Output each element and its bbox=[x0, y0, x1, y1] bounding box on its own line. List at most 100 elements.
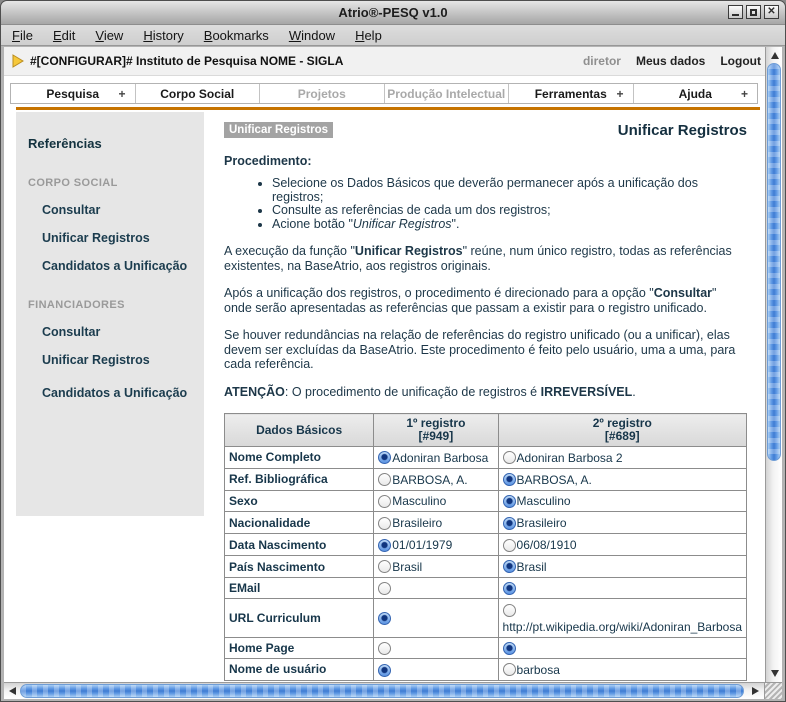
radio-button[interactable] bbox=[503, 663, 516, 676]
radio-button[interactable] bbox=[378, 612, 391, 625]
vertical-scrollbar[interactable] bbox=[765, 47, 782, 682]
row-label: Nacionalidade bbox=[225, 512, 374, 534]
main-nav-tabs: Pesquisa + Corpo Social Projetos Produçã… bbox=[10, 83, 758, 104]
radio-button[interactable] bbox=[378, 473, 391, 486]
radio-button[interactable] bbox=[378, 451, 391, 464]
plus-icon[interactable]: + bbox=[118, 87, 125, 101]
tab-label: Produção Intelectual bbox=[387, 87, 505, 101]
option-value: Masculino bbox=[392, 494, 446, 508]
menu-bookmarks[interactable]: Bookmarks bbox=[204, 28, 269, 43]
radio-button[interactable] bbox=[378, 495, 391, 508]
resize-grip[interactable] bbox=[764, 683, 782, 699]
option-value: Adoniran Barbosa bbox=[392, 451, 488, 465]
option-cell bbox=[374, 637, 498, 658]
menu-view[interactable]: View bbox=[95, 28, 123, 43]
tab-label: Ajuda bbox=[679, 87, 712, 101]
option-cell: Brasileiro bbox=[498, 512, 746, 534]
table-row: Sexo Masculino Masculino bbox=[225, 490, 747, 512]
sidebar-item-candidatos-unificacao-fin[interactable]: Candidatos a Unificação bbox=[42, 386, 204, 400]
option-cell bbox=[498, 577, 746, 598]
row-label: EMail bbox=[225, 577, 374, 598]
radio-button[interactable] bbox=[378, 642, 391, 655]
sidebar-item-consultar[interactable]: Consultar bbox=[42, 203, 204, 217]
breadcrumb-badge: Unificar Registros bbox=[224, 122, 333, 138]
option-value: Brasileiro bbox=[392, 516, 442, 530]
option-value: BARBOSA, A. bbox=[517, 473, 592, 487]
radio-button[interactable] bbox=[378, 560, 391, 573]
meus-dados-link[interactable]: Meus dados bbox=[636, 54, 705, 68]
browser-viewport: #[CONFIGURAR]# Instituto de Pesquisa NOM… bbox=[4, 47, 765, 682]
basic-data-table: Dados Básicos 1º registro[#949] 2º regis… bbox=[224, 413, 747, 681]
arrow-icon bbox=[12, 54, 24, 68]
sidebar-item-unificar-registros[interactable]: Unificar Registros bbox=[42, 231, 204, 245]
logout-link[interactable]: Logout bbox=[720, 54, 761, 68]
content-header: Unificar Registros Unificar Registros bbox=[224, 122, 747, 139]
radio-button[interactable] bbox=[378, 664, 391, 677]
table-row: Home Page bbox=[225, 637, 747, 658]
menu-window[interactable]: Window bbox=[289, 28, 335, 43]
sidebar-title: Referências bbox=[28, 136, 204, 151]
col-header-registro-2: 2º registro[#689] bbox=[498, 414, 746, 447]
col-header-dados-basicos: Dados Básicos bbox=[225, 414, 374, 447]
option-cell: Masculino bbox=[374, 490, 498, 512]
radio-button[interactable] bbox=[378, 539, 391, 552]
close-button[interactable] bbox=[764, 5, 779, 19]
radio-button[interactable] bbox=[503, 517, 516, 530]
down-arrow-icon bbox=[771, 670, 779, 677]
option-value: Masculino bbox=[517, 494, 571, 508]
table-row: Nome de usuário barbosa bbox=[225, 658, 747, 680]
row-label: País Nascimento bbox=[225, 556, 374, 578]
option-value: Adoniran Barbosa 2 bbox=[517, 451, 623, 465]
radio-button[interactable] bbox=[503, 604, 516, 617]
horizontal-scrollbar[interactable] bbox=[4, 683, 764, 699]
radio-button[interactable] bbox=[503, 495, 516, 508]
radio-button[interactable] bbox=[378, 582, 391, 595]
paragraph-1: A execução da função "Unificar Registros… bbox=[224, 244, 747, 273]
sidebar-item-unificar-registros-fin[interactable]: Unificar Registros bbox=[42, 353, 204, 367]
radio-button[interactable] bbox=[503, 451, 516, 464]
window-title: Atrio®-PESQ v1.0 bbox=[338, 5, 447, 20]
menu-file[interactable]: File bbox=[12, 28, 33, 43]
table-header-row: Dados Básicos 1º registro[#949] 2º regis… bbox=[225, 414, 747, 447]
option-cell: 06/08/1910 bbox=[498, 534, 746, 556]
sidebar-item-candidatos-unificacao[interactable]: Candidatos a Unificação bbox=[42, 259, 204, 273]
sidebar-section-financiadores: FINANCIADORES bbox=[28, 299, 204, 311]
menu-help[interactable]: Help bbox=[355, 28, 382, 43]
scroll-right-button[interactable] bbox=[748, 684, 762, 698]
tab-corpo-social[interactable]: Corpo Social bbox=[135, 84, 260, 103]
maximize-button[interactable] bbox=[746, 5, 761, 19]
horizontal-scrollbar-thumb[interactable] bbox=[20, 684, 744, 698]
row-label: Home Page bbox=[225, 637, 374, 658]
table-row: URL Curriculum http://pt.wikipedia.org/w… bbox=[225, 599, 747, 637]
main-content: Unificar Registros Unificar Registros Pr… bbox=[224, 122, 747, 682]
tab-label: Pesquisa bbox=[46, 87, 99, 101]
tab-pesquisa[interactable]: Pesquisa + bbox=[11, 84, 135, 103]
sidebar-item-consultar-fin[interactable]: Consultar bbox=[42, 325, 204, 339]
scroll-left-button[interactable] bbox=[5, 684, 19, 698]
radio-button[interactable] bbox=[503, 539, 516, 552]
text-bold: IRREVERSÍVEL bbox=[541, 385, 633, 399]
scroll-down-button[interactable] bbox=[767, 666, 782, 681]
table-row: Nacionalidade Brasileiro Brasileiro bbox=[225, 512, 747, 534]
procedure-step: Acione botão "Unificar Registros". bbox=[272, 218, 747, 232]
scroll-up-button[interactable] bbox=[767, 48, 782, 63]
plus-icon[interactable]: + bbox=[616, 87, 623, 101]
horizontal-scrollbar-row bbox=[4, 682, 782, 699]
left-arrow-icon bbox=[9, 687, 16, 695]
radio-button[interactable] bbox=[503, 642, 516, 655]
menu-edit[interactable]: Edit bbox=[53, 28, 75, 43]
minimize-button[interactable] bbox=[728, 5, 743, 19]
window-titlebar: Atrio®-PESQ v1.0 bbox=[1, 1, 785, 25]
app-window: Atrio®-PESQ v1.0 File Edit View History … bbox=[0, 0, 786, 702]
plus-icon[interactable]: + bbox=[741, 87, 748, 101]
tab-ajuda[interactable]: Ajuda + bbox=[633, 84, 758, 103]
radio-button[interactable] bbox=[503, 582, 516, 595]
menu-history[interactable]: History bbox=[143, 28, 183, 43]
radio-button[interactable] bbox=[378, 517, 391, 530]
tab-ferramentas[interactable]: Ferramentas + bbox=[508, 84, 633, 103]
radio-button[interactable] bbox=[503, 560, 516, 573]
text: . bbox=[632, 385, 635, 399]
table-row: País Nascimento Brasil Brasil bbox=[225, 556, 747, 578]
vertical-scrollbar-thumb[interactable] bbox=[767, 63, 781, 461]
radio-button[interactable] bbox=[503, 473, 516, 486]
